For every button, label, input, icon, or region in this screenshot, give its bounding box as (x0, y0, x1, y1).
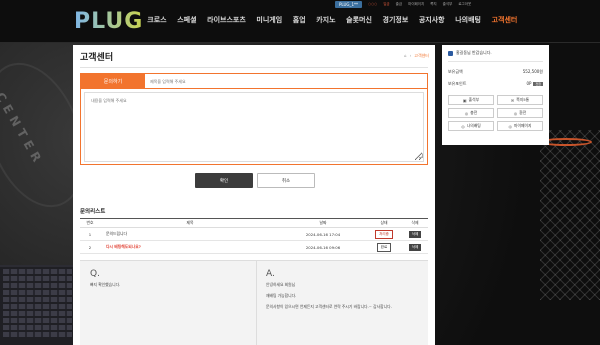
answer-label: A. (266, 269, 275, 279)
basketball-net-decoration (540, 130, 600, 300)
scoreboard-decoration (0, 265, 75, 345)
deposit-button[interactable]: ◎ 충전 (448, 108, 494, 118)
confirm-button[interactable]: 확인 (195, 173, 253, 188)
row-title[interactable]: 문의드립니다 (100, 231, 280, 237)
row-date: 2024-06-16 09:06 (305, 244, 341, 250)
question-column: Q. 빠지 확인했습니다. (90, 269, 250, 294)
question-label: Q. (90, 269, 100, 279)
user-id-chip[interactable]: PLUG_1** (335, 0, 363, 8)
withdraw-button[interactable]: ◎ 환전 (497, 108, 543, 118)
site-logo[interactable]: PLUG (74, 9, 143, 34)
delete-button[interactable]: 삭제 (408, 230, 422, 238)
col-delete: 삭제 (411, 220, 419, 225)
envelope-icon: ✉ (510, 97, 515, 103)
top-link-0[interactable]: ○○○ (368, 2, 377, 6)
nav-item-notice[interactable]: 공지사항 (414, 15, 450, 25)
main-nav: 크로스 스페셜 라이브스포츠 미니게임 홈업 카지노 슬롯머신 경기정보 공지사… (142, 15, 523, 25)
header: PLUG_1** ○○○ 입금 출금 마이페이지 쪽지 출석부 로그아웃 PLU… (0, 0, 600, 43)
coin-icon: ◎ (464, 110, 469, 116)
col-title: 제목 (186, 220, 194, 225)
top-link-mypage[interactable]: 마이페이지 (408, 2, 424, 7)
breadcrumb-current: 고객센터 (414, 53, 429, 58)
table-row[interactable]: 2 다시 배팅해도되나요? 2024-06-16 09:06 완료 삭제 (80, 241, 428, 254)
divider (256, 261, 257, 345)
cancel-button[interactable]: 취소 (257, 173, 315, 188)
balance-value: 552,500원 (522, 69, 543, 74)
divider (448, 61, 543, 62)
page-title: 고객센터 (80, 53, 114, 63)
top-link-message[interactable]: 쪽지 (430, 2, 436, 7)
top-link-withdraw[interactable]: 출금 (396, 2, 402, 7)
nav-item-slot[interactable]: 슬롯머신 (341, 15, 377, 25)
table-row[interactable]: 1 문의드립니다 2024-06-16 17:04 처리중 삭제 (80, 228, 428, 241)
answer-line: 문의사항이 있으시면 언제든지 고객센터로 연락 주시기 바랍니다.~ 감사합니… (266, 303, 392, 309)
main-panel: 고객센터 ⌂ › 고객센터 문의하기 확인 취소 문의리스트 번호 제목 날짜 … (73, 45, 435, 345)
coin-icon: ◎ (513, 110, 518, 116)
answer-column: A. 안녕하세요 회원님 재배팅 가능합니다. 문의사항이 있으시면 언제든지 … (266, 269, 421, 316)
top-link-attendance[interactable]: 출석부 (443, 2, 453, 7)
col-state: 상태 (380, 220, 388, 225)
nav-item-customer-center[interactable]: 고객센터 (486, 15, 522, 25)
col-no: 번호 (86, 220, 94, 225)
status-badge: 처리중 (375, 229, 393, 239)
row-no: 2 (88, 244, 92, 250)
point-value: 0P (526, 81, 532, 86)
greeting-text: 홍길동님 반갑습니다. (456, 50, 492, 55)
message-button[interactable]: ✉ 쪽지5통 (497, 95, 543, 105)
breadcrumb: ⌂ › 고객센터 (404, 53, 429, 59)
home-icon[interactable]: ⌂ (404, 53, 407, 59)
tab-inquiry[interactable]: 문의하기 (81, 74, 145, 88)
user-greeting: 홍길동님 반갑습니다. (448, 50, 492, 56)
nav-item-special[interactable]: 스페셜 (172, 15, 202, 25)
subject-input[interactable] (147, 75, 427, 87)
row-title[interactable]: 다시 배팅해도되나요? (100, 244, 280, 250)
user-icon (448, 50, 453, 56)
nav-item-casino[interactable]: 카지노 (311, 15, 341, 25)
ticket-icon: ◎ (461, 123, 465, 129)
status-badge: 완료 (376, 242, 392, 252)
row-date: 2024-06-16 17:04 (305, 231, 341, 237)
balance-row: 보유금액 552,500원 (448, 69, 543, 75)
top-link-logout[interactable]: 로그아웃 (458, 2, 471, 7)
inquiry-table: 번호 제목 날짜 상태 삭제 1 문의드립니다 2024-06-16 17:04… (80, 218, 428, 254)
nav-item-cross[interactable]: 크로스 (142, 15, 172, 25)
answer-line: 안녕하세요 회원님 (266, 282, 296, 287)
table-header: 번호 제목 날짜 상태 삭제 (80, 218, 428, 228)
point-convert-button[interactable]: 전환 (533, 82, 543, 86)
inquiry-list-title: 문의리스트 (80, 209, 106, 215)
mypage-button[interactable]: ◎ 마이페이지 (497, 121, 543, 131)
nav-item-minigame[interactable]: 미니게임 (251, 15, 287, 25)
nav-item-my-betting[interactable]: 나의배팅 (450, 15, 486, 25)
nav-item-match-info[interactable]: 경기정보 (377, 15, 413, 25)
top-user-bar: PLUG_1** ○○○ 입금 출금 마이페이지 쪽지 출석부 로그아웃 (335, 0, 471, 8)
nav-item-homeup[interactable]: 홈업 (287, 15, 310, 25)
divider (80, 67, 428, 68)
answer-line: 재배팅 가능합니다. (266, 292, 297, 298)
balance-label: 보유금액 (448, 69, 463, 74)
user-icon: ◎ (508, 123, 513, 129)
row-no: 1 (88, 231, 92, 237)
attendance-button[interactable]: ▣ 출석부 (448, 95, 494, 105)
user-panel: 홍길동님 반갑습니다. 보유금액 552,500원 보유포인트 0P 전환 ▣ 출석… (442, 45, 549, 145)
content-textarea[interactable] (84, 92, 424, 162)
question-text: 빠지 확인했습니다. (90, 282, 121, 287)
inquiry-form: 문의하기 (80, 73, 428, 165)
delete-button[interactable]: 삭제 (408, 243, 422, 251)
divider (81, 88, 427, 89)
point-row: 보유포인트 0P 전환 (448, 81, 543, 87)
col-date: 날짜 (319, 220, 327, 225)
point-label: 보유포인트 (448, 81, 467, 86)
calendar-icon: ▣ (462, 97, 467, 103)
top-link-deposit[interactable]: 입금 (383, 2, 389, 7)
resize-handle-icon[interactable] (419, 154, 423, 158)
my-betting-button[interactable]: ◎ 나의배팅 (448, 121, 494, 131)
nav-item-live-sports[interactable]: 라이브스포츠 (202, 15, 251, 25)
qa-detail: Q. 빠지 확인했습니다. A. 안녕하세요 회원님 재배팅 가능합니다. 문의… (80, 260, 428, 345)
quick-menu: ▣ 출석부 ✉ 쪽지5통 ◎ 충전 ◎ 환전 ◎ 나의배팅 ◎ 마이페이지 (448, 95, 543, 131)
